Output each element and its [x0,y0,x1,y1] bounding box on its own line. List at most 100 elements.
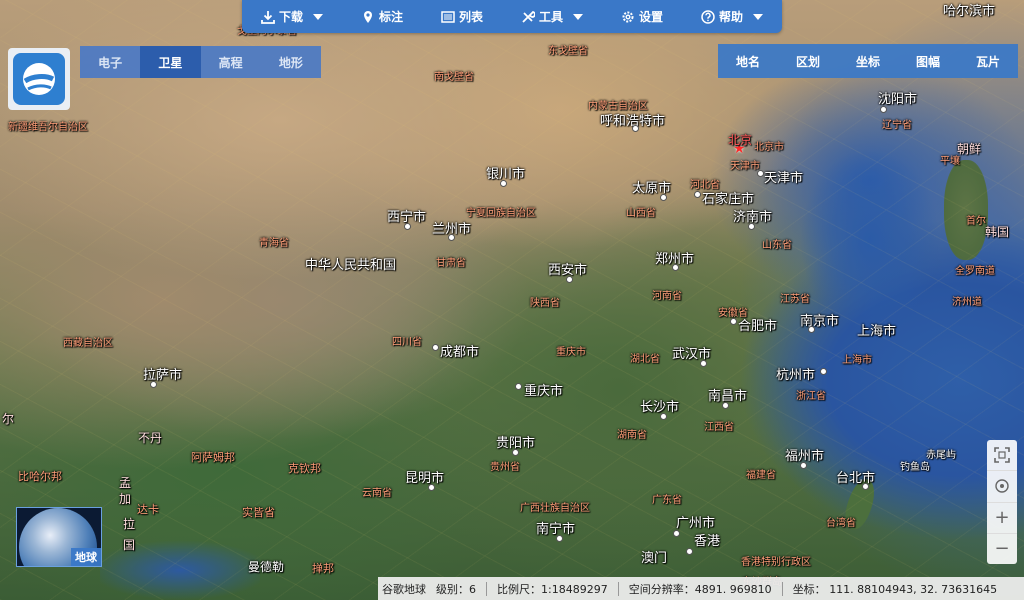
boundaries-button[interactable]: 区划 [778,44,838,78]
map-label-city: 太原市 [632,181,672,196]
map-label-country: 不丹 [138,431,163,445]
map-label-province: 新疆维吾尔自治区 [8,122,88,133]
map-controls: + − [987,440,1017,564]
map-label-province: 辽宁省 [882,120,912,131]
map-label-province: 掸邦 [312,562,334,575]
city-dot [404,223,411,230]
city-dot [632,125,639,132]
fullscreen-icon [994,447,1010,463]
city-dot [748,223,755,230]
city-dot [694,191,701,198]
fullscreen-button[interactable] [987,440,1017,472]
help-icon [701,9,715,24]
divider [781,581,783,596]
coord-lat: 32. 73631645 [920,582,998,596]
map-sheet-button[interactable]: 图幅 [898,44,958,78]
map-label-country: 朝鲜 [957,142,982,156]
city-dot [862,483,869,490]
layer-toggle-bar: 地名 区划 坐标 图幅 瓦片 [718,44,1018,78]
chevron-down-icon [313,13,323,20]
list-button[interactable]: 列表 [441,8,483,25]
zoom-in-button[interactable]: + [987,503,1017,534]
map-label-city: 南宁市 [536,522,576,537]
map-label-country: 国 [123,538,136,552]
settings-button[interactable]: 设置 [621,8,663,25]
tools-menu-button[interactable]: 工具 [521,8,583,25]
city-dot [512,449,519,456]
map-label-province: 济州道 [952,297,982,308]
help-menu-button[interactable]: 帮助 [701,8,763,25]
pin-icon [363,10,372,23]
map-label-province: 河南省 [652,291,682,302]
app-logo [8,48,70,110]
globe-label[interactable]: 地球 [71,548,101,566]
map-label-city: 银川市 [486,167,526,182]
map-label-city: 台北市 [836,471,876,486]
scale-value: 1:18489297 [541,582,608,596]
tiles-button[interactable]: 瓦片 [958,44,1018,78]
help-label: 帮助 [718,10,743,24]
map-label-city: 广州市 [676,516,716,531]
map-label-capital: 北京 [728,133,753,147]
zoom-out-button[interactable]: − [987,534,1017,564]
map-label-province: 重庆市 [556,347,586,358]
map-label-city: 重庆市 [524,384,564,399]
resolution-value: 4891. 969810 [694,582,772,596]
globe-overview[interactable]: 地球 [16,507,102,567]
map-label-city: 福州市 [785,449,825,464]
map-label-province: 阿萨姆邦 [191,451,235,464]
map-label-city: 成都市 [440,345,480,360]
map-label-province: 平壤 [940,156,960,167]
locate-button[interactable] [987,471,1017,503]
tab-terrain[interactable]: 地形 [261,46,321,78]
map-label-island: 赤尾屿 [926,450,956,461]
globe-logo-icon [13,53,65,105]
download-menu-button[interactable]: 下载 [261,8,323,25]
tools-label: 工具 [538,10,563,24]
map-label-province: 上海市 [842,355,872,366]
mark-button[interactable]: 标注 [361,8,403,25]
map-label-city: 武汉市 [672,347,712,362]
tab-electronic[interactable]: 电子 [80,46,140,78]
map-label-city: 石家庄市 [702,192,755,207]
tab-satellite[interactable]: 卫星 [140,46,201,78]
city-dot [432,344,439,351]
download-icon [261,10,275,24]
city-dot [428,484,435,491]
map-label-province: 西藏自治区 [63,338,113,349]
divider [486,581,487,596]
place-names-button[interactable]: 地名 [718,44,778,78]
level-readout: 级别：6 [436,581,476,597]
list-icon [441,10,455,23]
map-label-province: 天津市 [730,161,760,172]
map-label-city: 哈尔滨市 [943,4,996,19]
map-label-city: 天津市 [764,171,804,186]
map-label-city: 西安市 [548,263,588,278]
map-label-province: 福建省 [746,470,776,481]
city-dot [700,360,707,367]
map-label-city: 达卡 [137,503,159,516]
map-label-province: 江西省 [704,422,734,433]
city-dot [757,170,764,177]
city-dot [673,530,680,537]
map-label-province: 浙江省 [796,391,826,402]
map-source: 谷歌地球 [382,582,426,596]
map-label-country: 加 [119,492,132,506]
map-label-province: 青海省 [259,238,289,249]
map-label-city: 济南市 [733,210,773,225]
coord-label: 坐标： [792,582,826,596]
map-label-province: 陕西省 [530,298,560,309]
coordinates-button[interactable]: 坐标 [838,44,898,78]
map-label-city: 南昌市 [708,389,748,404]
map-label-province: 宁夏回族自治区 [466,208,536,219]
coordinate-readout: 坐标： 111. 88104943, 32. 73631645 [793,581,997,597]
city-dot [660,413,667,420]
city-dot [150,381,157,388]
tools-icon [522,10,535,23]
map-label-province: 云南省 [362,488,392,499]
map-label-city: 澳门 [641,551,668,566]
map-label-province: 北京市 [754,142,784,153]
locate-icon [995,479,1009,494]
city-dot [722,402,729,409]
tab-elevation[interactable]: 高程 [201,46,261,78]
